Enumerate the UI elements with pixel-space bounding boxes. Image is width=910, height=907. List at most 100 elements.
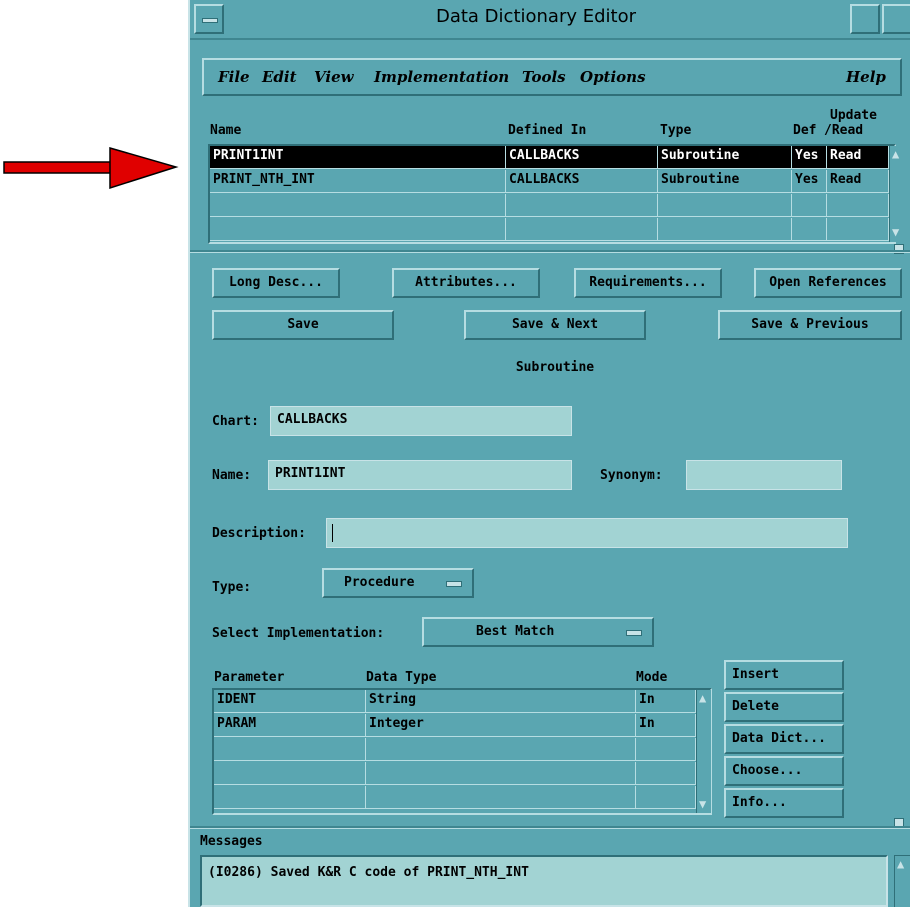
type-label: Type: bbox=[212, 580, 252, 595]
description-field[interactable] bbox=[326, 518, 848, 548]
empty-cell bbox=[636, 738, 696, 761]
choose-button[interactable]: Choose... bbox=[724, 756, 844, 786]
attributes-button[interactable]: Attributes... bbox=[392, 268, 540, 298]
save-next-button[interactable]: Save & Next bbox=[464, 310, 646, 340]
menu-view[interactable]: View bbox=[314, 68, 354, 86]
empty-cell bbox=[210, 218, 506, 241]
data-dict-button[interactable]: Data Dict... bbox=[724, 724, 844, 754]
menu-implementation[interactable]: Implementation bbox=[374, 68, 509, 86]
entry-def-cell: Yes bbox=[792, 170, 827, 193]
col-def-header: Def bbox=[793, 123, 817, 138]
synonym-field[interactable] bbox=[686, 460, 842, 490]
entries-scrollbar[interactable]: ▲ ▼ bbox=[889, 146, 905, 242]
entry-name-cell: PRINT_NTH_INT bbox=[210, 170, 506, 193]
long-desc-button[interactable]: Long Desc... bbox=[212, 268, 340, 298]
scroll-down-icon[interactable]: ▼ bbox=[892, 226, 904, 238]
insert-button[interactable]: Insert bbox=[724, 660, 844, 690]
option-menu-indicator-icon bbox=[626, 630, 642, 636]
empty-cell bbox=[792, 194, 827, 217]
empty-cell bbox=[366, 786, 636, 809]
messages-label: Messages bbox=[200, 834, 263, 849]
pointer-arrow-icon bbox=[3, 147, 179, 190]
info-button[interactable]: Info... bbox=[724, 788, 844, 818]
delete-button[interactable]: Delete bbox=[724, 692, 844, 722]
chart-label: Chart: bbox=[212, 414, 259, 429]
parameter-header: Parameter bbox=[214, 670, 285, 685]
minimize-button[interactable] bbox=[850, 4, 880, 34]
menu-options[interactable]: Options bbox=[580, 68, 646, 86]
empty-cell bbox=[366, 738, 636, 761]
menu-tools[interactable]: Tools bbox=[522, 68, 566, 86]
window-title: Data Dictionary Editor bbox=[435, 6, 636, 27]
chart-field[interactable]: CALLBACKS bbox=[270, 406, 572, 436]
description-label: Description: bbox=[212, 526, 306, 541]
window-menu-icon bbox=[202, 18, 218, 23]
empty-cell bbox=[658, 218, 792, 241]
entry-update-cell: Read bbox=[827, 146, 889, 169]
implementation-option-menu[interactable]: Best Match bbox=[422, 617, 654, 647]
maximize-button[interactable] bbox=[882, 4, 910, 34]
menu-file[interactable]: File bbox=[218, 68, 250, 86]
entry-type-cell: Subroutine bbox=[658, 146, 792, 169]
entry-defined-in-cell: CALLBACKS bbox=[506, 146, 658, 169]
messages-scrollbar[interactable]: ▲ bbox=[894, 855, 910, 907]
col-name-header: Name bbox=[210, 123, 242, 138]
save-button[interactable]: Save bbox=[212, 310, 394, 340]
empty-cell bbox=[366, 762, 636, 785]
col-type-header: Type bbox=[660, 123, 692, 138]
requirements-button[interactable]: Requirements... bbox=[574, 268, 722, 298]
empty-cell bbox=[506, 218, 658, 241]
empty-cell bbox=[214, 762, 366, 785]
scroll-up-icon[interactable]: ▲ bbox=[892, 148, 904, 160]
menu-bar: File Edit View Implementation Tools Opti… bbox=[202, 58, 902, 96]
empty-cell bbox=[214, 738, 366, 761]
type-option-value: Procedure bbox=[344, 575, 415, 590]
empty-cell bbox=[658, 194, 792, 217]
param-name-cell: PARAM bbox=[214, 714, 366, 737]
pane-separator bbox=[190, 250, 910, 253]
parameters-table: IDENT String In PARAM Integer In ▲ ▼ bbox=[212, 688, 712, 815]
scroll-down-icon[interactable]: ▼ bbox=[699, 798, 711, 810]
mode-header: Mode bbox=[636, 670, 668, 685]
open-references-button[interactable]: Open References bbox=[754, 268, 902, 298]
empty-cell bbox=[636, 786, 696, 809]
scroll-up-icon[interactable]: ▲ bbox=[897, 858, 909, 870]
scroll-up-icon[interactable]: ▲ bbox=[699, 692, 711, 704]
text-cursor bbox=[332, 524, 333, 542]
empty-cell bbox=[827, 218, 889, 241]
empty-cell bbox=[827, 194, 889, 217]
param-type-cell: String bbox=[366, 690, 636, 713]
param-mode-cell: In bbox=[636, 714, 696, 737]
messages-area: (I0286) Saved K&R C code of PRINT_NTH_IN… bbox=[200, 855, 888, 907]
parameters-scrollbar[interactable]: ▲ ▼ bbox=[696, 690, 711, 813]
type-option-menu[interactable]: Procedure bbox=[322, 568, 474, 598]
col-defined-in-header: Defined In bbox=[508, 123, 587, 138]
synonym-label: Synonym: bbox=[600, 468, 663, 483]
entry-update-cell: Read bbox=[827, 170, 889, 193]
name-label: Name: bbox=[212, 468, 252, 483]
save-previous-button[interactable]: Save & Previous bbox=[718, 310, 902, 340]
param-name-cell: IDENT bbox=[214, 690, 366, 713]
title-bar: Data Dictionary Editor bbox=[190, 0, 910, 40]
empty-cell bbox=[506, 194, 658, 217]
name-field[interactable]: PRINT1INT bbox=[268, 460, 572, 490]
param-type-cell: Integer bbox=[366, 714, 636, 737]
data-dictionary-editor-window: Data Dictionary Editor File Edit View Im… bbox=[188, 0, 910, 907]
param-mode-cell: In bbox=[636, 690, 696, 713]
entry-name-cell: PRINT1INT bbox=[210, 146, 506, 169]
entries-table: PRINT1INT CALLBACKS Subroutine Yes Read … bbox=[208, 144, 905, 244]
empty-cell bbox=[214, 786, 366, 809]
element-kind-label: Subroutine bbox=[515, 360, 595, 375]
window-menu-button[interactable] bbox=[194, 4, 224, 34]
option-menu-indicator-icon bbox=[446, 581, 462, 587]
empty-cell bbox=[636, 762, 696, 785]
menu-help[interactable]: Help bbox=[846, 68, 886, 86]
message-text: (I0286) Saved K&R C code of PRINT_NTH_IN… bbox=[208, 865, 529, 880]
entry-def-cell: Yes bbox=[792, 146, 827, 169]
menu-edit[interactable]: Edit bbox=[262, 68, 297, 86]
select-implementation-label: Select Implementation: bbox=[212, 626, 385, 641]
col-update-header: Update bbox=[830, 108, 877, 123]
empty-cell bbox=[792, 218, 827, 241]
pane-separator bbox=[190, 826, 910, 829]
implementation-option-value: Best Match bbox=[476, 624, 555, 639]
